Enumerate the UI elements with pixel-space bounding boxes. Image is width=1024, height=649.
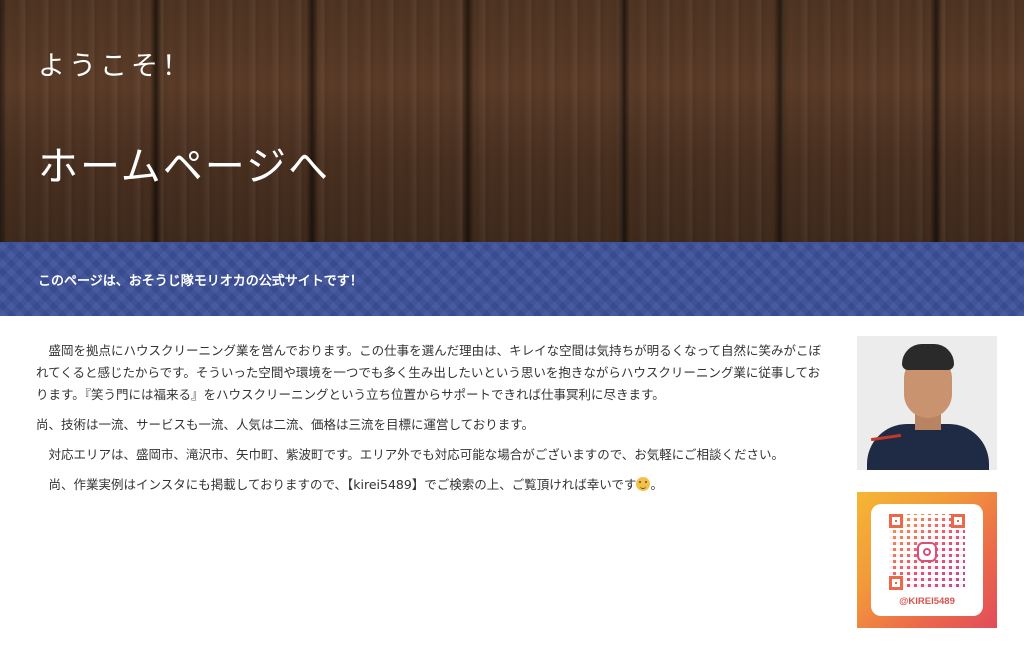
portrait-hair: [902, 344, 954, 370]
banner-text: このページは、おそうじ隊モリオカの公式サイトです！: [38, 273, 363, 289]
intro-text: 盛岡を拠点にハウスクリーニング業を営んでおります。この仕事を選んだ理由は、キレイ…: [36, 340, 826, 504]
portrait-shirt: [867, 424, 989, 470]
instagram-qr-code-icon: [889, 514, 965, 590]
qr-card-inner: @KIREI5489: [871, 504, 983, 616]
instagram-logo-icon: [917, 542, 937, 562]
instagram-handle: @KIREI5489: [899, 596, 955, 607]
instagram-qr-link[interactable]: @KIREI5489: [857, 492, 997, 628]
intro-paragraph-2: 尚、技術は一流、サービスも一流、人気は二流、価格は三流を目標に運営しております。: [36, 417, 535, 432]
qr-finder-top-right: [951, 514, 965, 528]
main-content: 盛岡を拠点にハウスクリーニング業を営んでおります。この仕事を選んだ理由は、キレイ…: [0, 316, 1024, 649]
hero-header: ようこそ！ ホームページへ: [0, 0, 1024, 242]
hero-greeting: ようこそ！: [38, 51, 193, 82]
intro-paragraph-1: 盛岡を拠点にハウスクリーニング業を営んでおります。この仕事を選んだ理由は、キレイ…: [36, 343, 822, 402]
site-banner: このページは、おそうじ隊モリオカの公式サイトです！: [0, 242, 1024, 316]
qr-finder-top-left: [889, 514, 903, 528]
qr-finder-bottom-left: [889, 576, 903, 590]
grinning-face-emoji-icon: [636, 477, 651, 491]
intro-paragraph-4-text: 尚、作業実例はインスタにも掲載しておりますので、【kirei5489】でご検索の…: [36, 477, 637, 492]
hero-title: ホームページへ: [38, 144, 330, 190]
intro-paragraph-4: 尚、作業実例はインスタにも掲載しておりますので、【kirei5489】でご検索の…: [36, 477, 663, 492]
owner-portrait: [857, 336, 997, 470]
intro-paragraph-3: 対応エリアは、盛岡市、滝沢市、矢巾町、紫波町です。エリア外でも対応可能な場合がご…: [36, 447, 785, 462]
